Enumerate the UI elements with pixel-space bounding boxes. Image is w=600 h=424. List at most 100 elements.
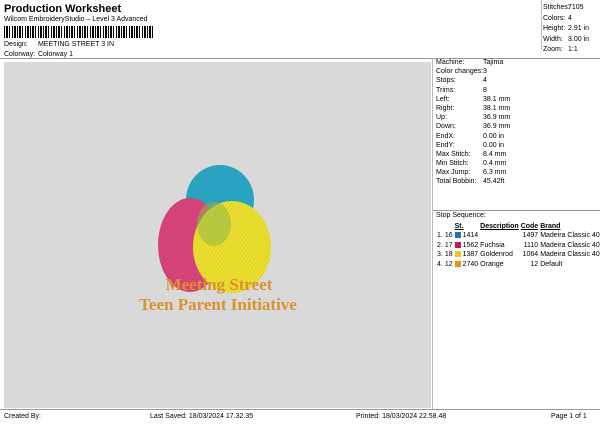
overlap-shape (197, 202, 231, 246)
info-row: Down: 36.9 mm (436, 122, 598, 131)
col-brand: Brand (540, 223, 561, 230)
info-row: Max Stitch: 8.4 mm (436, 150, 598, 159)
info-row: Color changes:3 (436, 67, 598, 76)
info-value: Tajima (483, 59, 504, 66)
info-value: 6.3 mm (483, 169, 507, 177)
col-description: Description (480, 223, 519, 230)
info-key: Min Stitch: (436, 160, 469, 168)
info-value: 38.1 mm (483, 104, 511, 112)
divider (541, 0, 542, 50)
info-value: 8.4 mm (483, 150, 507, 158)
needle-number: 12 (444, 260, 453, 268)
design-label: Design: (4, 41, 28, 48)
stat-row: Stitches:7105 (543, 4, 584, 11)
info-row: Min Stitch: 0.4 mm (436, 159, 598, 168)
stitch-cell: 2740 (454, 260, 480, 270)
description: Fuchsia (480, 241, 505, 249)
stitch-count: 1562 (462, 241, 479, 249)
info-row: EndY: 0.00 in (436, 141, 598, 150)
design-value: MEETING STREET 3 IN (37, 41, 115, 48)
stitch-count: 1414 (462, 232, 479, 240)
info-value: 3 (483, 68, 487, 76)
info-key: Max Jump: (436, 169, 471, 177)
color-swatch (454, 232, 461, 239)
info-key: EndX: (436, 132, 456, 140)
design-row: Design: MEETING STREET 3 IN (4, 41, 114, 48)
stitch-cell: 1387 (454, 250, 480, 260)
stat-row: Height: 2.91 in (543, 25, 590, 32)
design-text-line2: Teen Parent Initiative (139, 295, 297, 314)
stitch-cell: 1562 (454, 241, 480, 251)
code: 1110 (523, 241, 539, 249)
info-value: 4 (483, 77, 487, 85)
stop-sequence-title: Stop Sequence: (436, 212, 486, 219)
machine-info: Machine: Tajima Color changes:3 Stops: 4 Trim… (436, 58, 598, 187)
design-text-line1: Meeting Street (166, 275, 273, 294)
row-index: 1. (437, 232, 443, 240)
info-key: EndY: (436, 141, 455, 149)
stat-row: Colors: 4 (543, 14, 572, 22)
table-header: St. Description Code Brand (436, 222, 600, 231)
top-stats: Stitches:7105 Colors: 4 Height: 2.91 in Wi… (543, 3, 600, 56)
info-row: Machine: Tajima (436, 58, 598, 67)
last-saved: Last Saved: 18/03/2024 17.32.35 (150, 413, 254, 420)
divider (0, 409, 600, 410)
info-row: Max Jump: 6.3 mm (436, 168, 598, 177)
info-key: Stops: (436, 77, 456, 85)
created-by: Created By: (4, 413, 41, 420)
colorway-label: Colorway: (4, 51, 36, 58)
info-key: Right: (436, 104, 455, 112)
brand: Default (540, 260, 563, 268)
code: 1064 (522, 251, 539, 259)
needle-number: 16 (444, 232, 453, 240)
description: Orange (480, 260, 504, 268)
info-key: Left: (436, 95, 450, 103)
table-row: 3. 18 1387 Goldenrod 1064 Madeira Classic 40 (436, 250, 600, 260)
stitch-cell: 1414 (454, 231, 480, 241)
info-row: EndX: 0.00 in (436, 132, 598, 141)
stat-row: Zoom: 1:1 (543, 46, 578, 53)
info-row: Up: 36.9 mm (436, 113, 598, 122)
stat-row: Width: 3.00 in (543, 35, 590, 43)
brand: Madeira Classic 40 (540, 241, 600, 249)
info-value: 0.00 in (483, 132, 505, 140)
stop-sequence-table: St. Description Code Brand 1. 16 1414 1497… (436, 222, 600, 269)
table-row: 4. 12 2740 Orange 12 Default (436, 260, 600, 270)
info-key: Trims: (436, 86, 456, 94)
stitch-count: 2740 (462, 260, 479, 268)
software-name: Wilcom EmbroideryStudio – Level 3 Advanc… (4, 16, 148, 23)
info-value: 36.9 mm (483, 114, 511, 122)
color-swatch (454, 241, 461, 248)
code: 1497 (522, 232, 539, 240)
info-row: Trims: 8 (436, 86, 598, 95)
color-swatch (454, 251, 461, 258)
divider (433, 210, 600, 211)
info-value: 45.42ft (483, 178, 505, 186)
barcode (4, 26, 154, 38)
info-row: Right: 38.1 mm (436, 104, 598, 113)
description: Goldenrod (480, 251, 513, 259)
table-row: 1. 16 1414 1497 Madeira Classic 40 (436, 231, 600, 241)
description (479, 231, 520, 241)
design-preview: Meeting Street Teen Parent Initiative (4, 62, 431, 408)
info-value: 38.1 mm (483, 95, 511, 103)
embroidery-design: Meeting Street Teen Parent Initiative (139, 165, 297, 314)
printed-date: Printed: 18/03/2024 22.58.48 (356, 413, 447, 420)
brand: Madeira Classic 40 (540, 251, 600, 259)
divider (432, 58, 433, 410)
info-row: Total Bobbin: 45.42ft (436, 177, 598, 186)
colorway-row: Colorway: Colorway 1 (4, 51, 73, 58)
needle-number: 17 (444, 241, 453, 249)
info-key: Color changes: (436, 68, 484, 76)
colorway-value: Colorway 1 (37, 51, 73, 58)
info-value: 8 (483, 86, 487, 94)
brand: Madeira Classic 40 (540, 232, 600, 240)
info-value: 0.4 mm (483, 160, 507, 168)
row-index: 2. (437, 241, 443, 249)
info-key: Max Stitch: (436, 150, 471, 158)
info-value: 0.00 in (483, 141, 505, 149)
code: 12 (530, 260, 539, 268)
needle-number: 18 (444, 251, 453, 259)
page-title: Production Worksheet (4, 3, 122, 15)
info-key: Total Bobbin: (436, 178, 477, 186)
